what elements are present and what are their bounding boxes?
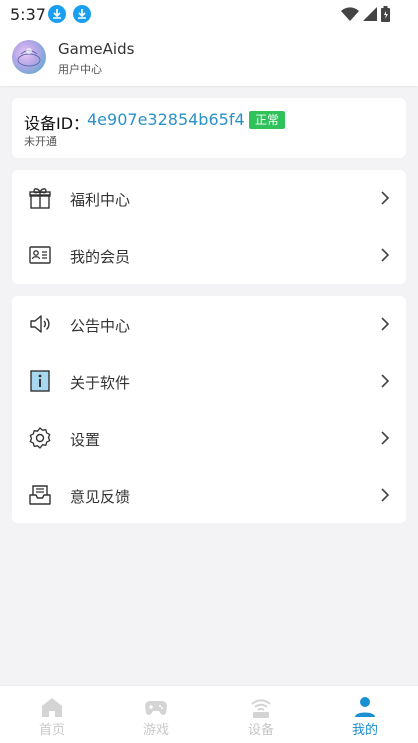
app-name: GameAids — [58, 40, 135, 58]
menu-item-settings[interactable]: 设置 — [12, 410, 406, 467]
chevron-right-icon — [381, 248, 390, 262]
menu-item-feedback[interactable]: 意见反馈 — [12, 467, 406, 524]
tab-label: 设备 — [247, 723, 274, 738]
user-icon — [355, 697, 375, 717]
menu-group-2: 公告中心 关于软件 设置 意见反馈 — [12, 296, 406, 523]
download-icon — [48, 5, 66, 23]
chevron-right-icon — [381, 431, 390, 445]
menu-item-label: 福利中心 — [70, 191, 131, 209]
info-icon — [30, 370, 50, 392]
tab-mine[interactable]: 我的 — [313, 686, 417, 743]
tab-label: 首页 — [38, 723, 65, 738]
gear-icon — [29, 427, 51, 449]
download-icon — [73, 5, 91, 23]
menu-item-announcements[interactable]: 公告中心 — [12, 296, 406, 353]
device-id-value: 4e907e32854b65f4 — [87, 110, 245, 129]
speaker-icon — [30, 315, 50, 333]
status-time: 5:37 — [10, 5, 46, 24]
menu-item-label: 关于软件 — [70, 374, 131, 392]
menu-item-welfare[interactable]: 福利中心 — [12, 170, 406, 227]
avatar[interactable] — [12, 40, 46, 74]
tab-label: 游戏 — [142, 723, 169, 738]
system-icons — [341, 6, 390, 22]
chevron-right-icon — [381, 374, 390, 388]
member-card-icon — [29, 246, 51, 264]
gamepad-icon — [145, 701, 167, 715]
tab-label: 我的 — [351, 723, 378, 738]
screen: 5:37 GameAids 用户中心 设备ID： 4e907e32854b65f… — [0, 0, 418, 743]
tab-home[interactable]: 首页 — [0, 686, 104, 743]
menu-item-label: 设置 — [70, 431, 101, 449]
menu-item-label: 公告中心 — [70, 317, 131, 335]
menu-item-about[interactable]: 关于软件 — [12, 353, 406, 410]
device-icon — [251, 699, 271, 718]
menu-item-label: 意见反馈 — [70, 488, 131, 506]
home-icon — [42, 698, 62, 717]
app-header: GameAids 用户中心 — [0, 36, 418, 80]
signal-icon — [363, 7, 377, 21]
top-panel: 5:37 GameAids 用户中心 — [0, 0, 418, 86]
header-subtitle: 用户中心 — [58, 63, 102, 76]
battery-icon — [381, 6, 390, 22]
chevron-right-icon — [381, 488, 390, 502]
menu-item-label: 我的会员 — [70, 248, 131, 266]
device-status: 未开通 — [24, 135, 57, 148]
chevron-right-icon — [381, 191, 390, 205]
chevron-right-icon — [381, 317, 390, 331]
tab-device[interactable]: 设备 — [209, 686, 313, 743]
device-card: 设备ID： 4e907e32854b65f4 正常 未开通 — [12, 98, 406, 158]
menu-group-1: 福利中心 我的会员 — [12, 170, 406, 284]
wifi-icon — [341, 7, 359, 21]
status-badge: 正常 — [249, 111, 286, 129]
gift-icon — [29, 188, 51, 209]
status-bar: 5:37 — [0, 0, 418, 30]
tab-games[interactable]: 游戏 — [104, 686, 208, 743]
feedback-tray-icon — [29, 485, 51, 505]
device-id-label: 设备ID： — [24, 114, 90, 133]
menu-item-membership[interactable]: 我的会员 — [12, 227, 406, 284]
bottom-nav: 首页 游戏 设备 我的 — [0, 685, 418, 743]
